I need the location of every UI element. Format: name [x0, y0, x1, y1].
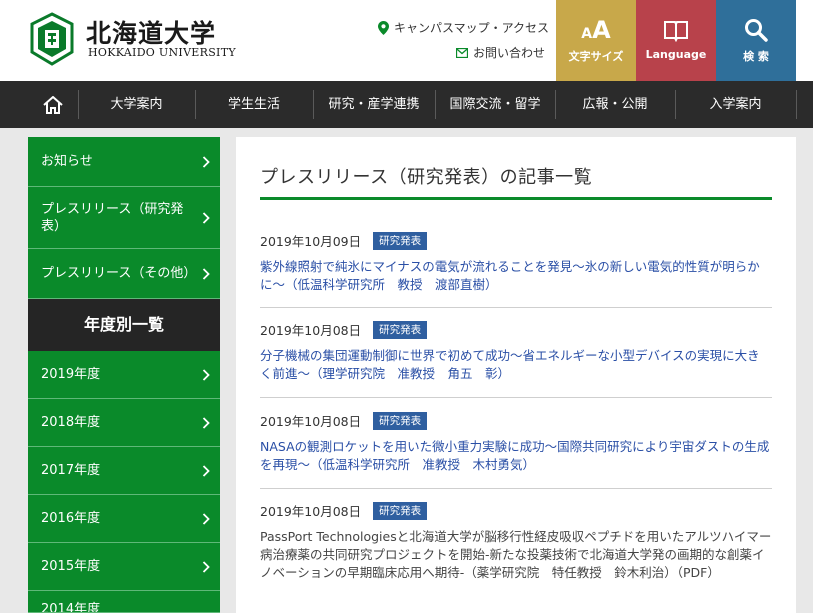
chevron-right-icon — [202, 211, 210, 224]
sidebar-item-label: プレスリリース（その他） — [41, 266, 197, 281]
chevron-right-icon — [202, 267, 210, 280]
home-icon — [43, 95, 63, 114]
article-item: 2019年10月08日 研究発表 NASAの観測ロケットを用いた微小重力実験に成… — [260, 411, 772, 474]
article-divider — [260, 307, 772, 308]
chevron-right-icon — [202, 560, 210, 573]
chevron-right-icon — [202, 368, 210, 381]
article-link[interactable]: NASAの観測ロケットを用いた微小重力実験に成功～国際共同研究により宇宙ダストの… — [260, 438, 772, 474]
nav-item-research[interactable]: 研究・産学連携 — [313, 81, 435, 128]
article-link[interactable]: 紫外線照射で純氷にマイナスの電気が流れることを発見～氷の新しい電気的性質が明らか… — [260, 258, 772, 294]
search-icon — [745, 19, 768, 42]
contact-link[interactable]: お問い合わせ — [456, 44, 545, 61]
sidebar-item-label: お知らせ — [41, 154, 93, 169]
sidebar-item-label: 2017年度 — [41, 463, 101, 478]
nav-item-international[interactable]: 国際交流・留学 — [435, 81, 555, 128]
nav-item-student-life[interactable]: 学生生活 — [195, 81, 313, 128]
article-link[interactable]: 分子機械の集団運動制御に世界で初めて成功～省エネルギーな小型デバイスの実現に大き… — [260, 347, 772, 383]
sidebar-item-year-2016[interactable]: 2016年度 — [28, 495, 220, 543]
article-link[interactable]: PassPort Technologiesと北海道大学が脳移行性経皮吸収ペプチド… — [260, 528, 772, 582]
language-label: Language — [645, 48, 707, 61]
language-button[interactable]: Language — [636, 0, 716, 81]
university-logo[interactable] — [28, 12, 76, 66]
sidebar-item-year-2015[interactable]: 2015年度 — [28, 543, 220, 591]
chevron-right-icon — [202, 416, 210, 429]
font-size-button[interactable]: AA 文字サイズ — [556, 0, 636, 81]
font-size-label: 文字サイズ — [568, 50, 624, 63]
brand-name-en[interactable]: HOKKAIDO UNIVERSITY — [88, 46, 236, 59]
site-header: 北海道大学 HOKKAIDO UNIVERSITY キャンパスマップ・アクセス … — [0, 0, 813, 81]
chevron-right-icon — [202, 464, 210, 477]
sidebar-item-label: プレスリリース（研究発表） — [41, 201, 184, 234]
article-date: 2019年10月08日 — [260, 504, 362, 519]
home-button[interactable] — [28, 81, 78, 128]
campus-map-link[interactable]: キャンパスマップ・アクセス — [378, 19, 549, 36]
nav-item-admissions[interactable]: 入学案内 — [675, 81, 796, 128]
global-nav: 大学案内 学生生活 研究・産学連携 国際交流・留学 広報・公開 入学案内 — [0, 81, 813, 128]
font-size-icon: AA — [581, 16, 611, 44]
category-badge: 研究発表 — [373, 501, 428, 520]
article-item: 2019年10月09日 研究発表 紫外線照射で純氷にマイナスの電気が流れることを… — [260, 231, 772, 294]
book-icon — [664, 21, 688, 42]
nav-item-about[interactable]: 大学案内 — [78, 81, 195, 128]
nav-item-public-relations[interactable]: 広報・公開 — [555, 81, 675, 128]
sidebar-item-label: 2016年度 — [41, 511, 101, 526]
sidebar-item-label: 2014年度 — [41, 602, 101, 613]
search-button[interactable]: 検 索 — [716, 0, 796, 81]
contact-label: お問い合わせ — [473, 46, 546, 60]
nav-divider — [796, 90, 797, 119]
title-underline — [260, 197, 772, 200]
sidebar-item-year-2017[interactable]: 2017年度 — [28, 447, 220, 495]
article-divider — [260, 488, 772, 489]
page-title: プレスリリース（研究発表）の記事一覧 — [260, 167, 593, 188]
sidebar-item-label: 2018年度 — [41, 415, 101, 430]
article-date: 2019年10月08日 — [260, 414, 362, 429]
sidebar-item-news[interactable]: お知らせ — [28, 137, 220, 187]
article-date: 2019年10月09日 — [260, 234, 362, 249]
sidebar-item-label: 2019年度 — [41, 367, 101, 382]
sidebar-item-year-2014[interactable]: 2014年度 — [28, 591, 220, 613]
map-pin-icon — [378, 20, 389, 35]
mail-icon — [456, 47, 468, 58]
sidebar-item-year-2019[interactable]: 2019年度 — [28, 351, 220, 399]
search-label: 検 索 — [743, 50, 769, 63]
year-list-heading: 年度別一覧 — [28, 299, 220, 351]
sidebar-item-press-research[interactable]: プレスリリース（研究発表） — [28, 187, 220, 249]
article-divider — [260, 397, 772, 398]
category-badge: 研究発表 — [373, 320, 428, 339]
category-badge: 研究発表 — [373, 231, 428, 250]
chevron-right-icon — [202, 155, 210, 168]
article-date: 2019年10月08日 — [260, 323, 362, 338]
category-badge: 研究発表 — [373, 411, 428, 430]
article-item: 2019年10月08日 研究発表 分子機械の集団運動制御に世界で初めて成功～省エ… — [260, 320, 772, 383]
article-item: 2019年10月08日 研究発表 PassPort Technologiesと北… — [260, 501, 772, 582]
campus-map-label: キャンパスマップ・アクセス — [394, 21, 550, 35]
chevron-right-icon — [202, 512, 210, 525]
brand-name-jp[interactable]: 北海道大学 — [86, 14, 216, 50]
sidebar-item-label: 2015年度 — [41, 559, 101, 574]
sidebar-item-press-other[interactable]: プレスリリース（その他） — [28, 249, 220, 299]
sidebar-item-year-2018[interactable]: 2018年度 — [28, 399, 220, 447]
main-content: プレスリリース（研究発表）の記事一覧 2019年10月09日 研究発表 紫外線照… — [236, 137, 796, 613]
